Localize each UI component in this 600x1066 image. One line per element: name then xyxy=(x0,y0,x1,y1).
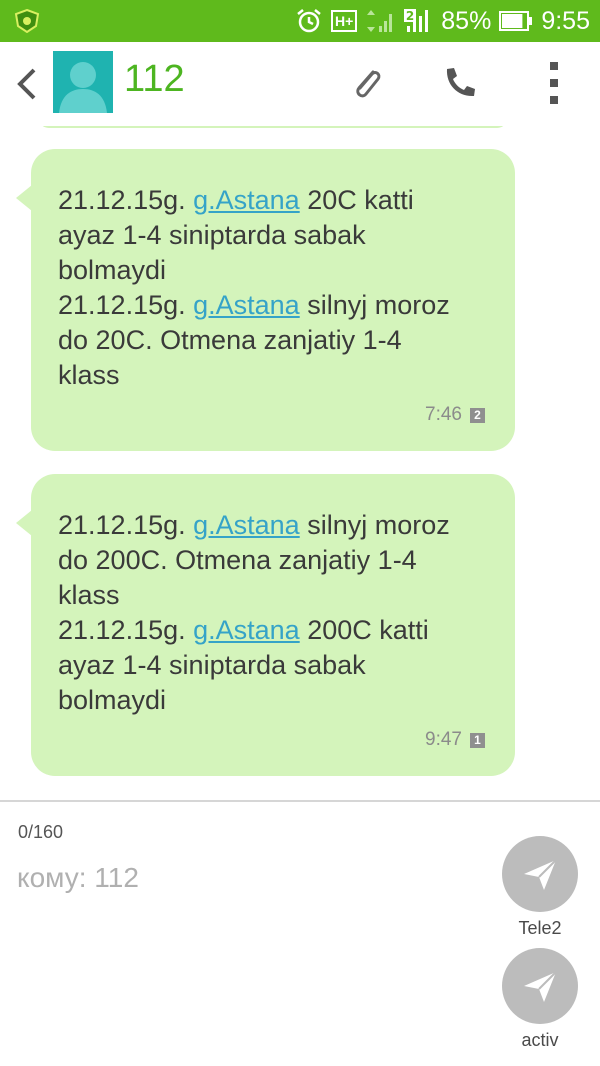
send-button-sim2[interactable] xyxy=(502,948,578,1024)
signal-sim1-icon xyxy=(367,10,393,32)
sim-badge-icon: 2 xyxy=(470,407,485,423)
message-line: 21.12.15g. g.Astana 20C katti xyxy=(58,183,508,218)
call-icon[interactable] xyxy=(438,62,482,106)
message-line: bolmaydi xyxy=(58,255,167,285)
text: 200C katti xyxy=(299,615,429,645)
message-time: 7:46 xyxy=(425,404,462,425)
clock: 9:55 xyxy=(541,6,590,35)
text: 20C katti xyxy=(299,185,414,215)
address-link[interactable]: g.Astana xyxy=(193,615,300,645)
battery-percent: 85% xyxy=(441,6,492,35)
app-bar: 112 xyxy=(0,42,600,126)
svg-text:2: 2 xyxy=(406,9,414,23)
address-link[interactable]: g.Astana xyxy=(193,290,300,320)
message-text: 21.12.15g. g.Astana 20C katti ayaz 1-4 s… xyxy=(58,183,508,393)
send-button-sim1[interactable] xyxy=(502,836,578,912)
message-meta: 9:47 1 xyxy=(425,729,485,751)
alarm-icon xyxy=(297,9,321,33)
char-counter: 0/160 xyxy=(18,822,64,842)
previous-message-bubble[interactable] xyxy=(38,126,508,128)
battery-icon xyxy=(499,11,533,31)
message-bubble[interactable]: 21.12.15g. g.Astana 20C katti ayaz 1-4 s… xyxy=(16,149,515,451)
message-line: klass xyxy=(58,580,120,610)
signal-sim2-icon: 2 xyxy=(404,9,429,32)
message-line: 21.12.15g. g.Astana silnyj moroz xyxy=(58,288,508,323)
message-time: 9:47 xyxy=(425,729,462,750)
address-link[interactable]: g.Astana xyxy=(193,185,300,215)
text: 21.12.15g. xyxy=(58,290,194,320)
compose-area: 0/160 кому: 112 Tele2 activ xyxy=(0,802,600,1066)
person-silhouette-icon xyxy=(59,62,107,113)
message-input[interactable]: кому: 112 xyxy=(17,862,139,894)
send-button-label: Tele2 xyxy=(518,918,562,938)
message-line: bolmaydi xyxy=(58,685,167,715)
text: silnyj moroz xyxy=(299,290,450,320)
status-bar: H+ 2 85% 9:55 xyxy=(0,0,600,42)
message-text: 21.12.15g. g.Astana silnyj moroz do 200C… xyxy=(58,508,508,718)
contact-avatar[interactable] xyxy=(53,51,113,113)
network-h-plus-icon: H+ xyxy=(330,10,358,32)
message-list[interactable]: 21.12.15g. g.Astana 20C katti ayaz 1-4 s… xyxy=(0,126,600,802)
more-vert-icon[interactable] xyxy=(532,62,576,106)
message-line: 21.12.15g. g.Astana 200C katti xyxy=(58,613,508,648)
text: 21.12.15g. xyxy=(58,185,194,215)
conversation-title: 112 xyxy=(124,58,185,100)
message-line: do 200C. Otmena zanjatiy 1-4 xyxy=(58,545,417,575)
message-line: 21.12.15g. g.Astana silnyj moroz xyxy=(58,508,508,543)
send-icon xyxy=(524,971,557,1002)
text: silnyj moroz xyxy=(299,510,450,540)
message-line: ayaz 1-4 siniptarda sabak xyxy=(58,220,366,250)
attach-icon[interactable] xyxy=(345,62,389,106)
address-link[interactable]: g.Astana xyxy=(193,510,300,540)
back-icon[interactable] xyxy=(12,64,42,104)
text: 21.12.15g. xyxy=(58,510,194,540)
app-shield-icon xyxy=(14,9,40,33)
message-bubble[interactable]: 21.12.15g. g.Astana silnyj moroz do 200C… xyxy=(16,474,515,776)
sim-badge-icon: 1 xyxy=(470,732,485,748)
send-button-label: activ xyxy=(521,1030,559,1050)
message-line: klass xyxy=(58,360,120,390)
send-icon xyxy=(524,859,557,890)
message-meta: 7:46 2 xyxy=(425,404,485,426)
text: 21.12.15g. xyxy=(58,615,194,645)
message-line: ayaz 1-4 siniptarda sabak xyxy=(58,650,366,680)
message-line: do 20C. Otmena zanjatiy 1-4 xyxy=(58,325,402,355)
